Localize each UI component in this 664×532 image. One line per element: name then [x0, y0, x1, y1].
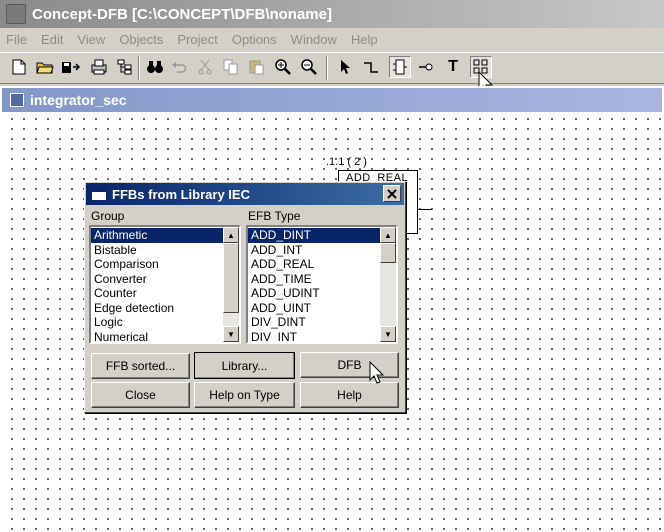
menu-help[interactable]: Help [344, 32, 385, 47]
list-item[interactable]: Bistable [91, 243, 223, 258]
menu-view[interactable]: View [70, 32, 112, 47]
list-item[interactable]: Edge detection [91, 301, 223, 316]
menu-objects[interactable]: Objects [112, 32, 170, 47]
app-title-bar: Concept-DFB [C:\CONCEPT\DFB\noname] [0, 0, 664, 28]
efb-type-list[interactable]: ADD_DINT ADD_INT ADD_REAL ADD_TIME ADD_U… [246, 225, 398, 344]
scroll-down-icon[interactable]: ▼ [223, 326, 239, 342]
list-item[interactable]: ADD_REAL [248, 257, 380, 272]
ffb-icon[interactable] [389, 56, 411, 78]
undo-icon[interactable] [168, 56, 190, 78]
menu-options[interactable]: Options [225, 32, 284, 47]
toolbar: T [0, 52, 664, 94]
list-item[interactable]: Logic [91, 315, 223, 330]
block-output-pin [418, 209, 432, 210]
subwindow-title: integrator_sec [30, 92, 127, 108]
zoom-out-icon[interactable] [298, 56, 320, 78]
scroll-up-icon[interactable]: ▲ [380, 227, 396, 243]
list-item[interactable]: ADD_DINT [248, 228, 380, 243]
tree-icon[interactable] [114, 56, 136, 78]
dialog-title: FFBs from Library IEC [112, 186, 250, 202]
group-label: Group [91, 209, 125, 223]
list-item[interactable]: Counter [91, 286, 223, 301]
scroll-up-icon[interactable]: ▲ [223, 227, 239, 243]
paste-icon[interactable] [246, 56, 268, 78]
group-list[interactable]: Arithmetic Bistable Comparison Converter… [89, 225, 241, 344]
efb-scrollbar[interactable]: ▲ ▼ [380, 227, 396, 342]
list-item[interactable]: Numerical [91, 330, 223, 343]
menu-file[interactable]: File [0, 32, 34, 47]
new-file-icon[interactable] [8, 56, 30, 78]
dfb-window-icon [10, 93, 24, 107]
list-item[interactable]: ADD_TIME [248, 272, 380, 287]
save-icon[interactable] [60, 56, 82, 78]
app-title: Concept-DFB [C:\CONCEPT\DFB\noname] [32, 5, 332, 23]
print-icon[interactable] [88, 56, 110, 78]
text-icon[interactable]: T [442, 56, 464, 78]
subwindow-title-bar: integrator_sec [2, 88, 662, 112]
menu-window[interactable]: Window [284, 32, 344, 47]
list-item[interactable]: Converter [91, 272, 223, 287]
app-icon [6, 4, 26, 24]
scroll-down-icon[interactable]: ▼ [380, 326, 396, 342]
close-icon[interactable] [383, 185, 401, 202]
list-item[interactable]: ADD_UINT [248, 301, 380, 316]
close-button[interactable]: Close [91, 382, 190, 408]
mouse-cursor-icon [369, 360, 385, 389]
block-instance-label: .1.1 ( 2 ) [326, 156, 367, 168]
efb-type-label: EFB Type [248, 209, 301, 223]
list-item[interactable]: DIV_INT [248, 330, 380, 343]
list-item[interactable]: ADD_UDINT [248, 286, 380, 301]
window-icon [92, 188, 106, 200]
open-folder-icon[interactable] [34, 56, 56, 78]
menu-edit[interactable]: Edit [34, 32, 70, 47]
list-item[interactable]: ADD_INT [248, 243, 380, 258]
link-icon[interactable] [360, 56, 382, 78]
menu-project[interactable]: Project [170, 32, 224, 47]
cut-icon[interactable] [194, 56, 216, 78]
help-on-type-button[interactable]: Help on Type [194, 382, 295, 408]
library-button[interactable]: Library... [194, 352, 295, 379]
group-scrollbar[interactable]: ▲ ▼ [223, 227, 239, 342]
scroll-thumb[interactable] [223, 243, 239, 313]
menu-bar: File Edit View Objects Project Options W… [0, 28, 664, 50]
list-item[interactable]: DIV_DINT [248, 315, 380, 330]
list-item[interactable]: Arithmetic [91, 228, 223, 243]
binoculars-icon[interactable] [144, 56, 166, 78]
pin-icon[interactable] [415, 56, 437, 78]
ffb-sorted-button[interactable]: FFB sorted... [91, 353, 190, 379]
dialog-title-bar: FFBs from Library IEC [86, 183, 404, 205]
select-pointer-icon[interactable] [334, 56, 356, 78]
list-item[interactable]: Comparison [91, 257, 223, 272]
copy-icon[interactable] [220, 56, 242, 78]
scroll-thumb[interactable] [380, 243, 396, 263]
zoom-in-icon[interactable] [272, 56, 294, 78]
